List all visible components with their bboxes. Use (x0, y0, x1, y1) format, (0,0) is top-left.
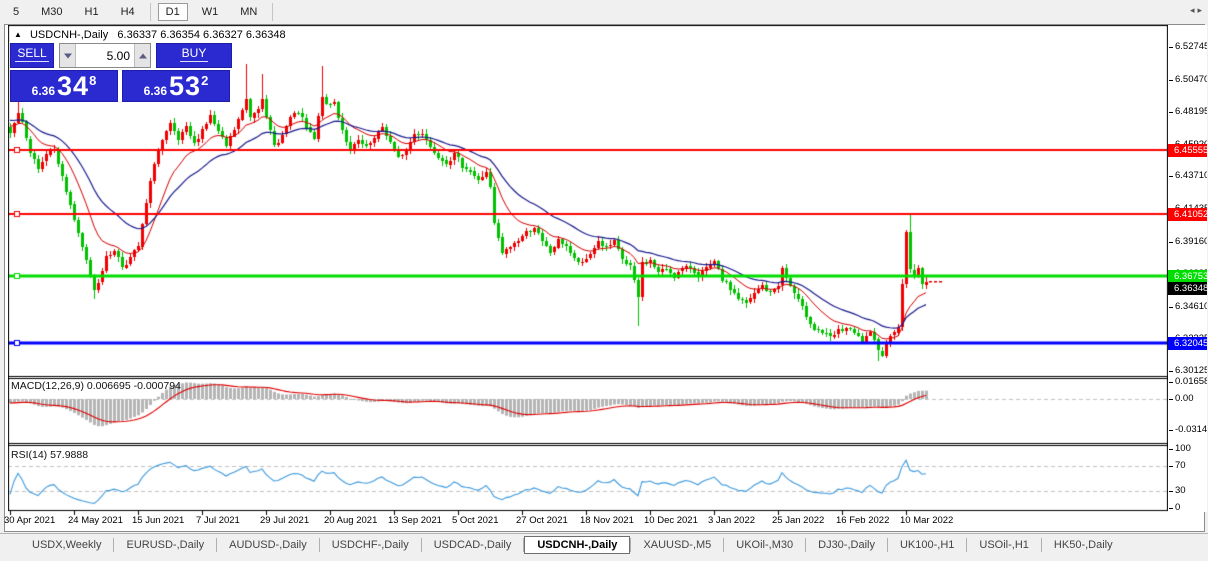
price-tick-label: 6.34610 (1168, 301, 1207, 313)
hline-price-tag: 6.45555 (1168, 143, 1207, 157)
hline-price-tag: 6.32045 (1168, 336, 1207, 350)
timeframe-button-h1[interactable]: H1 (77, 3, 107, 21)
buy-price-prefix: 6.36 (143, 84, 168, 98)
triangle-up-icon (138, 53, 147, 58)
date-tick-label: 15 Jun 2021 (132, 515, 185, 526)
rsi-indicator-label: RSI(14) 57.9888 (11, 449, 89, 461)
volume-spinner (59, 43, 151, 68)
rsi-tick-label: 0 (1168, 502, 1181, 512)
sell-price-sup: 8 (89, 73, 97, 88)
date-tick-label: 10 Dec 2021 (644, 515, 698, 526)
buy-price-sup: 2 (201, 73, 209, 88)
macd-signal-value: -0.000794 (133, 380, 181, 392)
tab-usdchf-daily[interactable]: USDCHF-,Daily (320, 536, 421, 554)
sell-button[interactable]: SELL (10, 43, 54, 68)
timeframe-button-5[interactable]: 5 (5, 3, 27, 21)
status-strip (0, 556, 1208, 561)
date-tick-label: 7 Jul 2021 (196, 515, 240, 526)
date-tick-label: 27 Oct 2021 (516, 515, 568, 526)
expand-triangle-icon[interactable]: ▲ (14, 30, 22, 39)
toolbar-separator (149, 3, 151, 21)
rsi-tick-label: 30 (1169, 485, 1186, 497)
price-axis[interactable]: 6.527456.504706.481956.459206.437106.414… (1168, 25, 1207, 512)
buy-button[interactable]: BUY (156, 43, 232, 68)
hline-price-tag: 6.41052 (1168, 207, 1207, 221)
date-tick-label: 30 Apr 2021 (4, 515, 56, 526)
triangle-down-icon (63, 53, 72, 58)
tab-usdcnh-daily[interactable]: USDCNH-,Daily (524, 536, 631, 554)
date-tick-label: 24 May 2021 (68, 515, 123, 526)
buy-price-display[interactable]: 6.36 53 2 (122, 70, 230, 102)
price-tick-label: 6.43710 (1168, 170, 1207, 182)
date-tick-label: 29 Jul 2021 (260, 515, 310, 526)
macd-tick-label: 0.016586 (1169, 376, 1207, 388)
date-tick-label: 20 Aug 2021 (324, 515, 378, 526)
date-tick-label: 25 Jan 2022 (772, 515, 825, 526)
price-tick-label: 6.48195 (1168, 106, 1207, 118)
current-price-tag: 6.36348 (1168, 282, 1207, 296)
scroll-right-icon[interactable]: ▸ (1197, 5, 1205, 15)
date-tick-label: 18 Nov 2021 (580, 515, 634, 526)
tab-usoil-h1[interactable]: USOil-,H1 (967, 536, 1041, 554)
price-tick-label: 6.39160 (1168, 236, 1207, 248)
tab-xauusd-m5[interactable]: XAUUSD-,M5 (631, 536, 723, 554)
price-tick-label: 6.52745 (1168, 41, 1207, 53)
toolbar-separator (272, 3, 274, 21)
hline-price-tag: 6.36753 (1168, 269, 1207, 283)
trading-platform-window: 5 M30 H1 H4 D1 W1 MN ▲ USDCNH-,Daily 6.36337 6… (0, 0, 1208, 561)
volume-input[interactable] (76, 44, 134, 67)
timeframe-toolbar: 5 M30 H1 H4 D1 W1 MN (0, 0, 1208, 24)
date-tick-label: 16 Feb 2022 (836, 515, 890, 526)
volume-increase-button[interactable] (134, 44, 150, 67)
buy-price-big: 53 (169, 71, 202, 101)
sell-price-prefix: 6.36 (31, 84, 56, 98)
date-tick-label: 13 Sep 2021 (388, 515, 442, 526)
date-axis[interactable]: 30 Apr 2021 24 May 2021 15 Jun 2021 7 Jul 2… (4, 513, 1168, 530)
timeframe-button-d1[interactable]: D1 (157, 3, 188, 21)
timeframe-button-mn[interactable]: MN (232, 3, 265, 21)
tab-scroll-arrows: ◂▸ (1190, 5, 1205, 16)
price-tick-label: 6.50470 (1168, 74, 1207, 86)
sell-price-display[interactable]: 6.36 34 8 (10, 70, 118, 102)
symbol-tab-bar: USDX,Weekly EURUSD-,Daily AUDUSD-,Daily USD… (0, 533, 1208, 556)
one-click-trading-panel: SELL BUY 6.36 34 8 6.36 53 2 (10, 43, 232, 102)
chart-ohlc-values: 6.36337 6.36354 6.36327 6.36348 (117, 29, 286, 41)
chart-title: ▲ USDCNH-,Daily 6.36337 6.36354 6.36327 … (14, 29, 286, 41)
price-tick-label: 6.30125 (1168, 365, 1207, 377)
rsi-value: 57.9888 (50, 449, 89, 461)
timeframe-button-h4[interactable]: H4 (113, 3, 143, 21)
date-tick-label: 10 Mar 2022 (900, 515, 954, 526)
tab-usdcad-daily[interactable]: USDCAD-,Daily (422, 536, 524, 554)
macd-main-value: 0.006695 (86, 380, 131, 392)
date-tick-label: 5 Oct 2021 (452, 515, 499, 526)
tab-uk100-h1[interactable]: UK100-,H1 (888, 536, 966, 554)
sell-price-big: 34 (57, 71, 90, 101)
timeframe-button-m30[interactable]: M30 (33, 3, 70, 21)
tab-dj30-daily[interactable]: DJ30-,Daily (806, 536, 887, 554)
timeframe-button-w1[interactable]: W1 (194, 3, 227, 21)
tab-usdx-weekly[interactable]: USDX,Weekly (20, 536, 113, 554)
volume-decrease-button[interactable] (60, 44, 76, 67)
tab-ukoil-m30[interactable]: UKOil-,M30 (724, 536, 805, 554)
rsi-tick-label: 100 (1169, 443, 1191, 454)
macd-indicator-label: MACD(12,26,9) 0.006695 -0.000794 (11, 380, 181, 392)
tab-audusd-daily[interactable]: AUDUSD-,Daily (217, 536, 319, 554)
date-tick-label: 3 Jan 2022 (708, 515, 756, 526)
macd-tick-label: 0.00 (1169, 393, 1194, 404)
tab-hk50-daily[interactable]: HK50-,Daily (1042, 536, 1125, 554)
tab-eurusd-daily[interactable]: EURUSD-,Daily (114, 536, 216, 554)
rsi-tick-label: 70 (1169, 459, 1186, 471)
chart-symbol-label: USDCNH-,Daily (29, 29, 109, 41)
macd-tick-label: -0.031423 (1169, 424, 1207, 436)
